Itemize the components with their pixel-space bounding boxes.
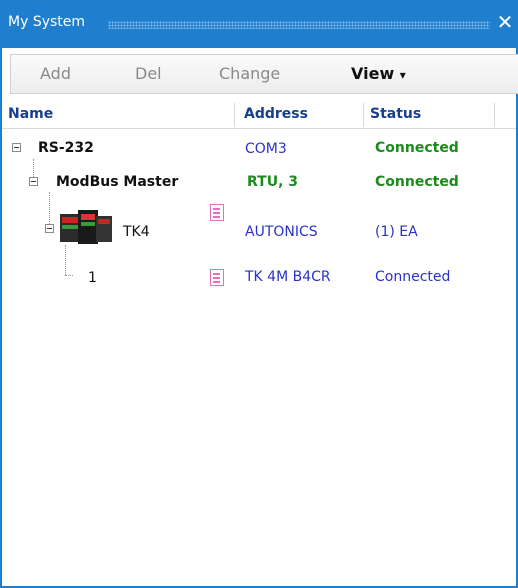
document-icon bbox=[210, 269, 224, 286]
device-icon bbox=[60, 210, 112, 244]
toolbar: Add Del Change View ▾ bbox=[10, 54, 518, 94]
chevron-down-icon: ▾ bbox=[399, 68, 406, 82]
column-status-header[interactable]: Status bbox=[364, 101, 494, 128]
row-status: Connected bbox=[375, 269, 451, 285]
row-name: ModBus Master bbox=[56, 174, 179, 190]
tree-row[interactable]: 1 TK 4M B4CR Connected bbox=[2, 262, 516, 292]
tree-row[interactable]: ModBus Master RTU, 3 Connected bbox=[2, 168, 516, 198]
tree-row[interactable]: RS-232 COM3 Connected bbox=[2, 135, 516, 165]
title-grip[interactable] bbox=[108, 21, 490, 29]
row-status: Connected bbox=[375, 140, 459, 156]
view-label: View bbox=[351, 64, 395, 83]
minus-box-icon[interactable] bbox=[12, 143, 21, 152]
minus-box-icon[interactable] bbox=[45, 224, 54, 233]
row-address: RTU, 3 bbox=[247, 174, 299, 190]
tree-row[interactable]: TK4 AUTONICS (1) EA bbox=[2, 204, 516, 254]
change-button[interactable]: Change bbox=[219, 64, 280, 83]
close-button[interactable]: ✕ bbox=[494, 10, 516, 34]
title-bar[interactable]: My System ✕ bbox=[0, 0, 518, 48]
row-name: 1 bbox=[88, 270, 97, 286]
column-header: Name Address Status bbox=[2, 101, 516, 129]
window-title: My System bbox=[8, 14, 86, 30]
column-divider[interactable] bbox=[494, 103, 495, 127]
close-icon: ✕ bbox=[496, 10, 514, 34]
view-dropdown-button[interactable]: View ▾ bbox=[351, 64, 406, 83]
window-frame-left bbox=[0, 48, 2, 588]
row-status: (1) EA bbox=[375, 224, 418, 240]
row-address: AUTONICS bbox=[245, 224, 318, 240]
row-name: TK4 bbox=[123, 224, 150, 240]
add-button[interactable]: Add bbox=[40, 64, 71, 83]
column-address-header[interactable]: Address bbox=[238, 101, 363, 128]
row-address: TK 4M B4CR bbox=[245, 269, 331, 285]
column-name-header[interactable]: Name bbox=[2, 101, 230, 128]
column-divider[interactable] bbox=[234, 103, 235, 127]
row-status: Connected bbox=[375, 174, 459, 190]
row-address: COM3 bbox=[245, 141, 287, 157]
minus-box-icon[interactable] bbox=[29, 177, 38, 186]
row-name: RS-232 bbox=[38, 140, 94, 156]
document-icon bbox=[210, 204, 224, 221]
del-button[interactable]: Del bbox=[135, 64, 162, 83]
